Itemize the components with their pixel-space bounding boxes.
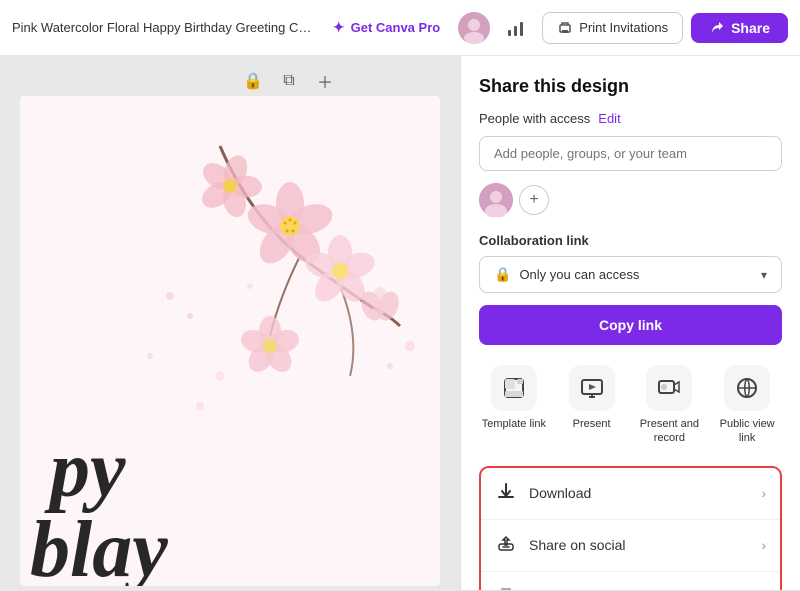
print-invitations-button[interactable]: Print Invitations [542, 12, 683, 44]
people-access-row: People with access Edit [479, 111, 782, 126]
document-title: Pink Watercolor Floral Happy Birthday Gr… [12, 20, 315, 35]
owner-avatar [479, 183, 513, 217]
canva-pro-icon: ✦ [333, 19, 345, 36]
collab-option-text: Only you can access [519, 267, 753, 282]
analytics-icon-button[interactable] [498, 10, 534, 46]
share-button[interactable]: Share [691, 13, 788, 43]
collaboration-link-dropdown[interactable]: 🔒 Only you can access ▾ [479, 256, 782, 293]
copy-link-button[interactable]: Copy link [479, 305, 782, 345]
svg-text:py: py [44, 426, 126, 514]
download-action[interactable]: Download › [481, 468, 780, 520]
people-access-label: People with access [479, 111, 590, 126]
share-social-label: Share on social [529, 537, 749, 553]
lock-icon: 🔒 [494, 266, 511, 283]
download-label: Download [529, 485, 749, 501]
share-panel: Share this design People with access Edi… [460, 56, 800, 591]
present-icon [569, 365, 615, 411]
share-social-icon [495, 533, 517, 558]
print-canva-icon [495, 585, 517, 591]
public-view-option[interactable]: Public view link [712, 365, 782, 446]
public-view-label: Public view link [712, 417, 782, 446]
svg-text:blay: blay [30, 506, 168, 586]
share-panel-title: Share this design [479, 76, 782, 97]
template-link-label: Template link [482, 417, 546, 431]
present-record-label: Present and record [635, 417, 705, 446]
template-link-icon [491, 365, 537, 411]
topbar: Pink Watercolor Floral Happy Birthday Gr… [0, 0, 800, 56]
share-social-arrow-icon: › [761, 537, 766, 553]
add-page-icon[interactable]: ＋ [310, 66, 340, 96]
canvas-toolbar: 🔒 ⧉ ＋ [238, 66, 340, 96]
chevron-down-icon: ▾ [761, 268, 767, 282]
present-option[interactable]: Present [557, 365, 627, 446]
public-view-icon [724, 365, 770, 411]
present-label: Present [573, 417, 611, 431]
print-canva-action[interactable]: Print with Canva › [481, 572, 780, 591]
get-canva-pro-button[interactable]: ✦ Get Canva Pro [323, 13, 450, 42]
collab-section-label: Collaboration link [479, 233, 782, 248]
share-social-action[interactable]: Share on social › [481, 520, 780, 572]
greeting-card: py blay [20, 96, 440, 586]
present-record-option[interactable]: Present and record [635, 365, 705, 446]
lock-icon[interactable]: 🔒 [238, 66, 268, 96]
download-arrow-icon: › [761, 485, 766, 501]
action-list: Download › Share on social › [479, 466, 782, 591]
template-link-option[interactable]: Template link [479, 365, 549, 446]
avatar-row: + [479, 183, 782, 217]
edit-access-link[interactable]: Edit [598, 111, 620, 126]
present-record-icon [646, 365, 692, 411]
collaborators-area [458, 12, 490, 44]
share-options-grid: Template link Present Present and re [479, 365, 782, 446]
add-people-input[interactable] [479, 136, 782, 171]
download-icon [495, 481, 517, 506]
add-collaborator-button[interactable]: + [519, 185, 549, 215]
avatar [458, 12, 490, 44]
copy-icon[interactable]: ⧉ [274, 66, 304, 96]
